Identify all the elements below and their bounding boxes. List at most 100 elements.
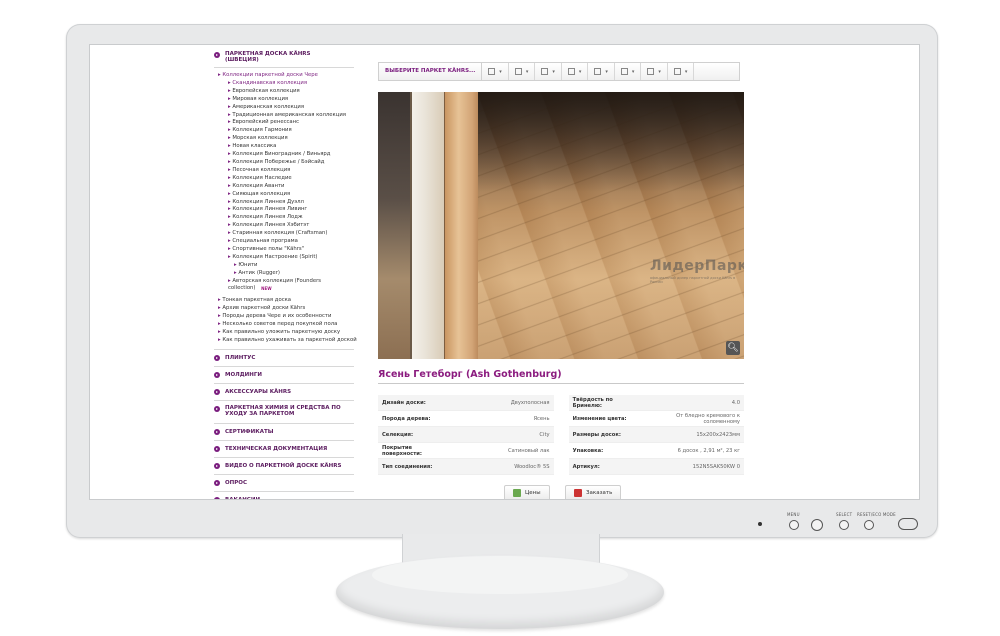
divider xyxy=(214,422,354,424)
collection-item[interactable]: Коллекция Настроение (Spirit) xyxy=(214,254,364,262)
filter-icon xyxy=(488,68,496,75)
prices-button[interactable]: Цены xyxy=(504,485,550,499)
filter-dropdown-3[interactable]: ▾ xyxy=(535,63,562,80)
collection-item[interactable]: Мировая коллекция xyxy=(214,96,364,104)
reset-label: RESET/ECO MODE xyxy=(857,512,896,517)
sidebar-link[interactable]: Архив паркетной доски Kährs xyxy=(214,305,364,313)
divider xyxy=(214,348,354,350)
filter-dropdown-6[interactable]: ▾ xyxy=(615,63,642,80)
spirit-sub-item[interactable]: Юнити xyxy=(214,262,364,270)
collection-item[interactable]: Коллекция Линнея Лодж xyxy=(214,214,364,222)
spec-row: Порода дерева: Ясень Изменение цвета: От бл… xyxy=(378,410,744,427)
sidebar-section[interactable]: ▸ ОПРОС xyxy=(214,479,364,487)
sidebar-link[interactable]: Несколько советов перед покупкой пола xyxy=(214,321,364,329)
power-button[interactable] xyxy=(898,518,918,530)
spec-value: От бледно кремового к соломенному xyxy=(637,410,744,427)
filter-icon xyxy=(620,68,628,75)
collection-item[interactable]: Европейская коллекция xyxy=(214,88,364,96)
bullet-icon: ▸ xyxy=(214,405,220,412)
spacer xyxy=(553,458,569,475)
sidebar-section[interactable]: ▸ ПАРКЕТНАЯ ХИМИЯ И СРЕДСТВА ПО УХОДУ ЗА … xyxy=(214,405,364,419)
collection-item[interactable]: Американская коллекция xyxy=(214,104,364,112)
spec-row: Дизайн доски: Двухполосная Твёрдость по Бр… xyxy=(378,395,744,411)
collection-item[interactable]: Коллекция Линнея Ливинг xyxy=(214,206,364,214)
filter-dropdown-7[interactable]: ▾ xyxy=(641,63,668,80)
collection-item[interactable]: Коллекция Аванти xyxy=(214,183,364,191)
spec-value: Woodloc® 5S xyxy=(448,458,554,475)
sidebar-link[interactable]: Как правильно ухаживать за паркетной дос… xyxy=(214,337,364,345)
section-label: ПЛИНТУС xyxy=(225,354,256,361)
collection-item[interactable]: Коллекция Виноградник / Виньярд xyxy=(214,151,364,159)
collection-item[interactable]: Коллекция Наследие xyxy=(214,175,364,183)
author-collection-link[interactable]: Авторская коллекция (Founders collection… xyxy=(214,278,328,294)
filter-dropdown-2[interactable]: ▾ xyxy=(509,63,536,80)
collection-item[interactable]: Морская коллекция xyxy=(214,135,364,143)
spirit-sub-item[interactable]: Антик (Rugger) xyxy=(214,270,364,278)
collection-item[interactable]: Старинная коллекция (Craftsman) xyxy=(214,230,364,238)
section-label: ВАКАНСИИ xyxy=(225,496,261,500)
filter-toolbar: ВЫБЕРИТЕ ПАРКЕТ KÄHRS... ▾ ▾ ▾ ▾ ▾ ▾ ▾ ▾ xyxy=(378,62,740,81)
collection-item[interactable]: Коллекция Линнея Дуэлл xyxy=(214,199,364,207)
filter-dropdown-5[interactable]: ▾ xyxy=(588,63,615,80)
menu-button[interactable] xyxy=(789,520,799,530)
section-label: ОПРОС xyxy=(225,479,248,486)
spec-table: Дизайн доски: Двухполосная Твёрдость по Бр… xyxy=(378,395,744,475)
filter-dropdown-1[interactable]: ▾ xyxy=(482,63,509,80)
bullet-icon: ▸ xyxy=(214,389,220,396)
filter-icon xyxy=(541,68,549,75)
spec-value: 15x200x2423мм xyxy=(637,426,744,443)
spacer xyxy=(553,426,569,443)
sidebar-section[interactable]: ▸ ТЕХНИЧЕСКАЯ ДОКУМЕНТАЦИЯ xyxy=(214,445,364,453)
power-led xyxy=(758,522,762,526)
watermark-caption: официальный дилер паркетной доски Kährs … xyxy=(650,276,736,284)
sidebar-section[interactable]: ▸ МОЛДИНГИ xyxy=(214,371,364,379)
product-photo[interactable]: ЛидерПаркет официальный дилер паркетной … xyxy=(378,92,744,359)
sidebar-section[interactable]: ▸ АКСЕССУАРЫ KÄHRS xyxy=(214,388,364,396)
sidebar-link[interactable]: Породы дерева Чере и их особенности xyxy=(214,313,364,321)
filter-dropdown-4[interactable]: ▾ xyxy=(562,63,589,80)
bullet-icon: ▸ xyxy=(214,463,220,470)
sidebar: ▸ ПАРКЕТНАЯ ДОСКА KÄHRS (ШВЕЦИЯ) Коллекц… xyxy=(214,51,364,500)
order-label: Заказать xyxy=(586,490,613,496)
collection-item[interactable]: Спортивные полы "Kährs" xyxy=(214,246,364,254)
divider xyxy=(214,382,354,384)
filter-dropdown-8[interactable]: ▾ xyxy=(668,63,695,80)
watermark-logo: ЛидерПаркет xyxy=(650,258,744,274)
photo-shadow xyxy=(478,92,744,192)
collection-item[interactable]: Скандинавская коллекция xyxy=(214,80,364,88)
select-button[interactable] xyxy=(839,520,849,530)
spec-value: City xyxy=(448,426,554,443)
spec-value: Ясень xyxy=(448,410,554,427)
jog-button[interactable] xyxy=(811,519,823,531)
spec-key: Тип соединения: xyxy=(378,458,449,475)
sidebar-section[interactable]: ▸ ВАКАНСИИ xyxy=(214,496,364,500)
collection-item[interactable]: Новая классика xyxy=(214,143,364,151)
sidebar-section[interactable]: ▸ СЕРТИФИКАТЫ xyxy=(214,428,364,436)
section-label: МОЛДИНГИ xyxy=(225,371,262,378)
photo-door xyxy=(410,92,446,359)
reset-button[interactable] xyxy=(864,520,874,530)
collection-item[interactable]: Сияющая коллекция xyxy=(214,191,364,199)
zoom-icon[interactable]: 🔍︎ xyxy=(726,341,740,355)
section-label: ТЕХНИЧЕСКАЯ ДОКУМЕНТАЦИЯ xyxy=(225,445,328,452)
spec-value: 4.0 xyxy=(637,395,744,411)
order-button[interactable]: Заказать xyxy=(565,485,622,499)
spec-key: Упаковка: xyxy=(568,442,638,459)
collection-select[interactable]: ВЫБЕРИТЕ ПАРКЕТ KÄHRS... xyxy=(379,63,483,80)
sidebar-section[interactable]: ▸ ВИДЕО О ПАРКЕТНОЙ ДОСКЕ KÄHRS xyxy=(214,462,364,470)
sidebar-section-kahrs[interactable]: ▸ ПАРКЕТНАЯ ДОСКА KÄHRS (ШВЕЦИЯ) xyxy=(214,51,364,63)
spec-row: Тип соединения: Woodloc® 5S Артикул: 152N5S… xyxy=(378,458,744,475)
collection-item[interactable]: Европейский ренессанс xyxy=(214,119,364,127)
collection-item[interactable]: Специальная програма xyxy=(214,238,364,246)
collections-link[interactable]: Коллекции паркетной доски Чере xyxy=(214,72,364,80)
collection-item[interactable]: Коллекция Гармония xyxy=(214,127,364,135)
spec-value: 6 досок , 2,91 м², 23 кг xyxy=(637,442,744,459)
spec-value: 152N5SAK50KW 0 xyxy=(637,458,744,475)
main-sections: ▸ ПЛИНТУС ▸ МОЛДИНГИ ▸ АКСЕССУАРЫ KÄHRS ▸ ПАРКЕ… xyxy=(214,354,364,500)
sidebar-section[interactable]: ▸ ПЛИНТУС xyxy=(214,354,364,362)
collection-item[interactable]: Коллекция Линнея Хэбитэт xyxy=(214,222,364,230)
bullet-icon: ▸ xyxy=(214,52,220,58)
collection-item[interactable]: Коллекция Побережье / Бэйсайд xyxy=(214,159,364,167)
collection-item[interactable]: Песочная коллекция xyxy=(214,167,364,175)
sidebar-link[interactable]: Как правильно уложить паркетную доску xyxy=(214,329,364,337)
